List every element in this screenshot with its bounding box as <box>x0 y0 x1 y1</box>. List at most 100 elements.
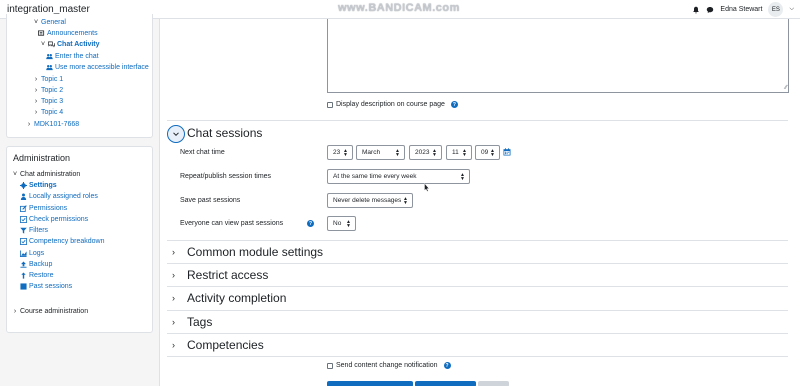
divider <box>167 333 788 334</box>
nav-item-announcements[interactable]: Announcements <box>38 30 98 37</box>
chat-administration-node[interactable]: ˅ Chat administration <box>12 171 80 178</box>
select-arrow-icon: ▲ ▼ <box>432 148 437 158</box>
divider <box>167 120 788 121</box>
chart-icon <box>20 250 27 257</box>
repeat-sessions-label: Repeat/publish session times <box>180 173 272 180</box>
month-select[interactable]: March ▲ ▼ <box>356 145 405 160</box>
section-tags[interactable]: Tags <box>187 315 212 329</box>
check-permissions-icon <box>20 216 27 223</box>
everyone-view-select[interactable]: No ▲ ▼ <box>327 216 356 231</box>
admin-item-permissions[interactable]: Permissions <box>20 205 67 212</box>
nav-item-enter-chat[interactable]: Enter the chat <box>46 53 99 60</box>
divider <box>167 240 788 241</box>
chevron-right-icon[interactable]: › <box>33 109 39 116</box>
calendar-icon[interactable] <box>503 148 511 156</box>
recording-watermark: www.BANDICAM.com <box>338 2 460 14</box>
course-administration-node[interactable]: › Course administration <box>12 308 88 315</box>
upload-icon <box>20 261 27 268</box>
display-description-option[interactable]: Display description on course page ? <box>327 101 458 108</box>
save-past-sessions-select[interactable]: Never delete messages ▲ ▼ <box>327 193 413 208</box>
checkbox-icon <box>20 238 27 245</box>
help-icon[interactable]: ? <box>307 220 314 227</box>
chevron-right-icon[interactable]: › <box>172 317 175 327</box>
admin-item-settings[interactable]: Settings <box>20 182 57 189</box>
repeat-sessions-select[interactable]: At the same time every week ▲ ▼ <box>327 169 470 184</box>
avatar[interactable]: ES <box>768 2 784 17</box>
chevron-down-icon[interactable]: ⌵ <box>789 6 794 13</box>
nav-item-topic-2[interactable]: › Topic 2 <box>33 87 63 94</box>
select-arrow-icon: ▲ ▼ <box>346 219 351 229</box>
everyone-view-label: Everyone can view past sessions <box>180 220 284 227</box>
admin-item-restore[interactable]: Restore <box>20 272 54 279</box>
admin-item-check-permissions[interactable]: Check permissions <box>20 216 88 223</box>
chat-sessions-toggle[interactable] <box>167 125 185 143</box>
chevron-down-icon[interactable]: ˅ <box>40 41 46 48</box>
chevron-right-icon[interactable]: › <box>33 76 39 83</box>
select-arrow-icon: ▲ ▼ <box>462 148 467 158</box>
restore-icon <box>21 272 26 279</box>
minute-select[interactable]: 09 ▲ ▼ <box>475 145 500 160</box>
edit-icon <box>20 205 27 212</box>
bell-icon[interactable] <box>692 6 700 14</box>
nav-item-course[interactable]: › MDK101-7668 <box>26 121 79 128</box>
nav-item-topic-1[interactable]: › Topic 1 <box>33 76 63 83</box>
mouse-pointer-icon <box>424 183 430 192</box>
admin-item-competency-breakdown[interactable]: Competency breakdown <box>20 238 105 245</box>
section-common-module-settings[interactable]: Common module settings <box>187 245 323 259</box>
admin-item-logs[interactable]: Logs <box>20 250 44 257</box>
chevron-right-icon[interactable]: › <box>12 308 18 315</box>
chevron-down-icon <box>173 132 179 137</box>
send-notification-checkbox[interactable] <box>327 362 333 369</box>
chevron-right-icon[interactable]: › <box>172 340 175 350</box>
description-editor[interactable]: ∕∕ <box>327 19 789 93</box>
send-notification-option[interactable]: Send content change notification ? <box>327 362 451 369</box>
resize-handle-icon[interactable]: ∕∕ <box>785 85 787 91</box>
nav-item-accessible-interface[interactable]: Use more accessible interface <box>46 64 149 71</box>
admin-item-backup[interactable]: Backup <box>20 261 52 268</box>
chevron-right-icon[interactable]: › <box>172 270 175 280</box>
chevron-down-icon[interactable]: ˅ <box>12 171 18 178</box>
save-display-button[interactable] <box>415 381 476 386</box>
divider <box>167 310 788 311</box>
select-arrow-icon: ▲ ▼ <box>460 172 465 182</box>
users-icon <box>46 54 53 60</box>
save-past-sessions-label: Save past sessions <box>180 197 241 204</box>
admin-item-roles[interactable]: Locally assigned roles <box>20 193 98 200</box>
admin-item-filters[interactable]: Filters <box>20 227 48 234</box>
nav-item-general[interactable]: ˅ General <box>33 19 66 26</box>
chevron-right-icon[interactable]: › <box>26 121 32 128</box>
chat-sessions-heading[interactable]: Chat sessions <box>187 126 262 140</box>
divider <box>167 263 788 264</box>
users-icon <box>46 65 53 71</box>
square-icon <box>20 283 27 290</box>
user-menu-area: Edna Stewart ES ⌵ <box>692 2 794 17</box>
display-description-checkbox[interactable] <box>327 101 333 108</box>
select-arrow-icon: ▲ ▼ <box>403 196 408 206</box>
chevron-down-icon[interactable]: ˅ <box>33 19 39 26</box>
divider <box>167 356 788 357</box>
user-name[interactable]: Edna Stewart <box>720 6 762 13</box>
nav-item-chat-activity[interactable]: ˅ Chat Activity <box>40 41 100 48</box>
chevron-right-icon[interactable]: › <box>172 247 175 257</box>
save-return-button[interactable] <box>327 381 413 386</box>
nav-item-topic-4[interactable]: › Topic 4 <box>33 109 63 116</box>
section-competencies[interactable]: Competencies <box>187 338 264 352</box>
chevron-right-icon[interactable]: › <box>172 293 175 303</box>
chevron-right-icon[interactable]: › <box>33 87 39 94</box>
admin-item-past-sessions[interactable]: Past sessions <box>20 283 72 290</box>
nav-item-topic-3[interactable]: › Topic 3 <box>33 98 63 105</box>
forum-icon <box>38 30 45 36</box>
day-select[interactable]: 23 ▲ ▼ <box>327 145 353 160</box>
help-icon[interactable]: ? <box>450 101 458 108</box>
hour-select[interactable]: 11 ▲ ▼ <box>446 145 472 160</box>
next-chat-time-label: Next chat time <box>180 149 225 156</box>
cancel-button[interactable] <box>478 381 509 386</box>
messages-icon[interactable] <box>706 6 714 14</box>
select-arrow-icon: ▲ ▼ <box>343 148 348 158</box>
section-restrict-access[interactable]: Restrict access <box>187 268 268 282</box>
help-icon[interactable]: ? <box>443 362 451 369</box>
chevron-right-icon[interactable]: › <box>33 98 39 105</box>
year-select[interactable]: 2023 ▲ ▼ <box>409 145 442 160</box>
filter-icon <box>20 227 27 234</box>
section-activity-completion[interactable]: Activity completion <box>187 291 286 305</box>
